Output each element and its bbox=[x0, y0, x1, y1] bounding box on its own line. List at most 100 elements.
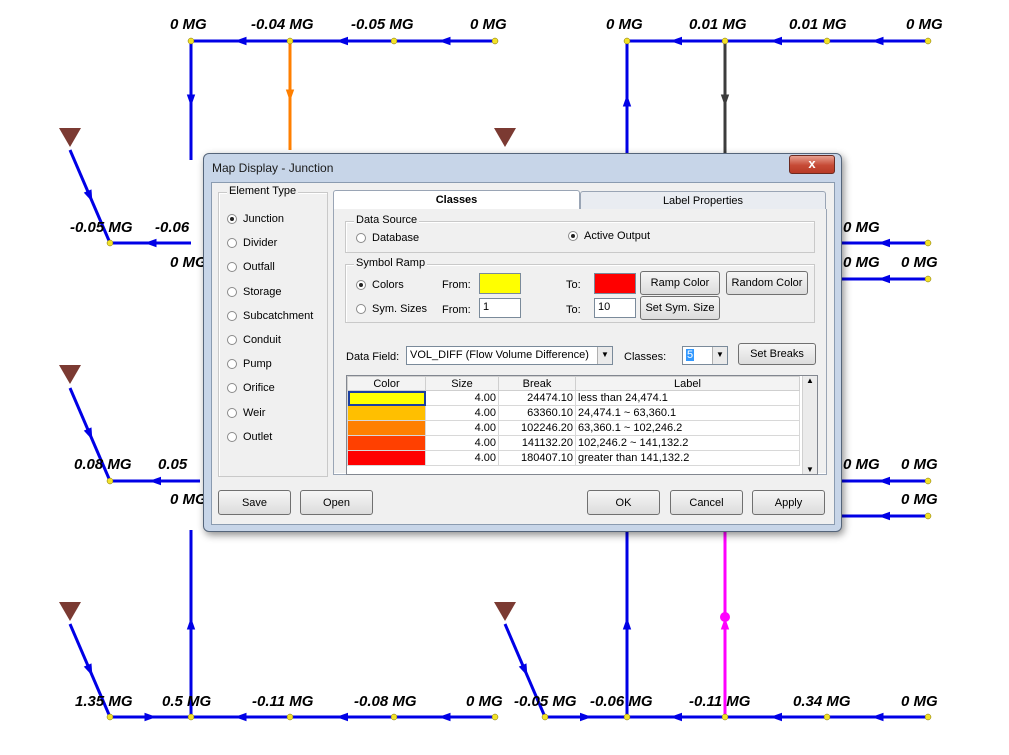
to-size-input[interactable]: 10 bbox=[594, 298, 636, 318]
junction-node[interactable] bbox=[924, 713, 932, 721]
conduit-link[interactable] bbox=[622, 41, 632, 160]
conduit-link[interactable] bbox=[545, 712, 627, 722]
set-sym-size-button[interactable]: Set Sym. Size bbox=[640, 296, 720, 320]
junction-node[interactable] bbox=[106, 239, 114, 247]
conduit-link[interactable] bbox=[191, 712, 290, 722]
magenta-node[interactable] bbox=[720, 612, 730, 622]
ok-button[interactable]: OK bbox=[587, 490, 660, 515]
from-color-swatch[interactable] bbox=[479, 273, 521, 294]
conduit-link[interactable] bbox=[110, 476, 200, 486]
orange-conduit[interactable] bbox=[285, 41, 295, 150]
scroll-up-icon[interactable]: ▲ bbox=[806, 376, 814, 385]
junction-node[interactable] bbox=[286, 713, 294, 721]
open-button[interactable]: Open bbox=[300, 490, 373, 515]
junction-node[interactable] bbox=[721, 37, 729, 45]
table-row[interactable]: 4.00 180407.10 greater than 141,132.2 bbox=[347, 450, 800, 466]
class-color-cell[interactable] bbox=[347, 390, 426, 406]
column-header-break[interactable]: Break bbox=[498, 376, 576, 391]
close-button[interactable]: x bbox=[789, 155, 835, 174]
junction-node[interactable] bbox=[721, 713, 729, 721]
table-row[interactable]: 4.00 63360.10 24,474.1 ~ 63,360.1 bbox=[347, 405, 800, 421]
junction-node[interactable] bbox=[623, 713, 631, 721]
class-break-cell[interactable]: 102246.20 bbox=[498, 420, 576, 436]
junction-node[interactable] bbox=[390, 37, 398, 45]
conduit-link[interactable] bbox=[627, 36, 725, 46]
junction-node[interactable] bbox=[106, 713, 114, 721]
class-size-cell[interactable]: 4.00 bbox=[425, 405, 499, 421]
class-break-cell[interactable]: 180407.10 bbox=[498, 450, 576, 466]
magenta-conduit[interactable] bbox=[720, 530, 730, 717]
conduit-link[interactable] bbox=[725, 712, 827, 722]
cancel-button[interactable]: Cancel bbox=[670, 490, 743, 515]
element-type-weir-radio[interactable]: Weir bbox=[227, 407, 265, 419]
active-output-radio[interactable]: Active Output bbox=[568, 230, 650, 242]
dialog-titlebar[interactable]: Map Display - Junction x bbox=[204, 154, 841, 182]
junction-node[interactable] bbox=[106, 477, 114, 485]
element-type-storage-radio[interactable]: Storage bbox=[227, 286, 282, 298]
ramp-color-button[interactable]: Ramp Color bbox=[640, 271, 720, 295]
conduit-link[interactable] bbox=[622, 530, 632, 717]
column-header-size[interactable]: Size bbox=[425, 376, 499, 391]
column-header-label[interactable]: Label bbox=[575, 376, 800, 391]
junction-node[interactable] bbox=[491, 37, 499, 45]
random-color-button[interactable]: Random Color bbox=[726, 271, 808, 295]
class-break-cell[interactable]: 24474.10 bbox=[498, 390, 576, 406]
sym-sizes-radio[interactable]: Sym. Sizes bbox=[356, 303, 427, 315]
conduit-link[interactable] bbox=[394, 36, 495, 46]
conduit-link[interactable] bbox=[290, 36, 394, 46]
class-label-cell[interactable]: less than 24,474.1 bbox=[575, 390, 800, 406]
junction-node[interactable] bbox=[924, 477, 932, 485]
class-label-cell[interactable]: greater than 141,132.2 bbox=[575, 450, 800, 466]
junction-node[interactable] bbox=[187, 713, 195, 721]
gray-conduit[interactable] bbox=[720, 41, 730, 160]
class-color-cell[interactable] bbox=[347, 405, 426, 421]
class-color-cell[interactable] bbox=[347, 450, 426, 466]
conduit-link[interactable] bbox=[725, 36, 827, 46]
conduit-link[interactable] bbox=[186, 41, 196, 160]
conduit-link[interactable] bbox=[840, 238, 928, 248]
class-size-cell[interactable]: 4.00 bbox=[425, 420, 499, 436]
conduit-link[interactable] bbox=[394, 712, 495, 722]
outfall-symbol[interactable] bbox=[494, 602, 516, 621]
classes-select[interactable]: 5 ▼ bbox=[682, 346, 728, 365]
save-button[interactable]: Save bbox=[218, 490, 291, 515]
class-color-cell[interactable] bbox=[347, 435, 426, 451]
conduit-link[interactable] bbox=[110, 712, 191, 722]
class-break-cell[interactable]: 63360.10 bbox=[498, 405, 576, 421]
class-label-cell[interactable]: 24,474.1 ~ 63,360.1 bbox=[575, 405, 800, 421]
element-type-orifice-radio[interactable]: Orifice bbox=[227, 382, 275, 394]
conduit-link[interactable] bbox=[110, 238, 191, 248]
class-size-cell[interactable]: 4.00 bbox=[425, 435, 499, 451]
junction-node[interactable] bbox=[924, 512, 932, 520]
conduit-link[interactable] bbox=[840, 511, 928, 521]
outfall-symbol[interactable] bbox=[494, 128, 516, 147]
junction-node[interactable] bbox=[823, 37, 831, 45]
database-radio[interactable]: Database bbox=[356, 232, 419, 244]
conduit-link[interactable] bbox=[840, 274, 928, 284]
class-size-cell[interactable]: 4.00 bbox=[425, 390, 499, 406]
conduit-link[interactable] bbox=[827, 712, 928, 722]
class-label-cell[interactable]: 102,246.2 ~ 141,132.2 bbox=[575, 435, 800, 451]
class-label-cell[interactable]: 63,360.1 ~ 102,246.2 bbox=[575, 420, 800, 436]
element-type-subcatchment-radio[interactable]: Subcatchment bbox=[227, 310, 313, 322]
junction-node[interactable] bbox=[924, 275, 932, 283]
class-break-cell[interactable]: 141132.20 bbox=[498, 435, 576, 451]
apply-button[interactable]: Apply bbox=[752, 490, 825, 515]
outfall-symbol[interactable] bbox=[59, 365, 81, 384]
element-type-outfall-radio[interactable]: Outfall bbox=[227, 261, 275, 273]
conduit-link[interactable] bbox=[840, 476, 928, 486]
junction-node[interactable] bbox=[541, 713, 549, 721]
column-header-color[interactable]: Color bbox=[347, 376, 426, 391]
conduit-link[interactable] bbox=[627, 712, 725, 722]
element-type-pump-radio[interactable]: Pump bbox=[227, 358, 272, 370]
class-color-cell[interactable] bbox=[347, 420, 426, 436]
conduit-link[interactable] bbox=[290, 712, 394, 722]
to-color-swatch[interactable] bbox=[594, 273, 636, 294]
conduit-link[interactable] bbox=[186, 530, 196, 717]
element-type-conduit-radio[interactable]: Conduit bbox=[227, 334, 281, 346]
table-scrollbar[interactable]: ▲ ▼ bbox=[802, 376, 817, 474]
junction-node[interactable] bbox=[390, 713, 398, 721]
junction-node[interactable] bbox=[924, 239, 932, 247]
from-size-input[interactable]: 1 bbox=[479, 298, 521, 318]
table-row[interactable]: 4.00 24474.10 less than 24,474.1 bbox=[347, 390, 800, 406]
